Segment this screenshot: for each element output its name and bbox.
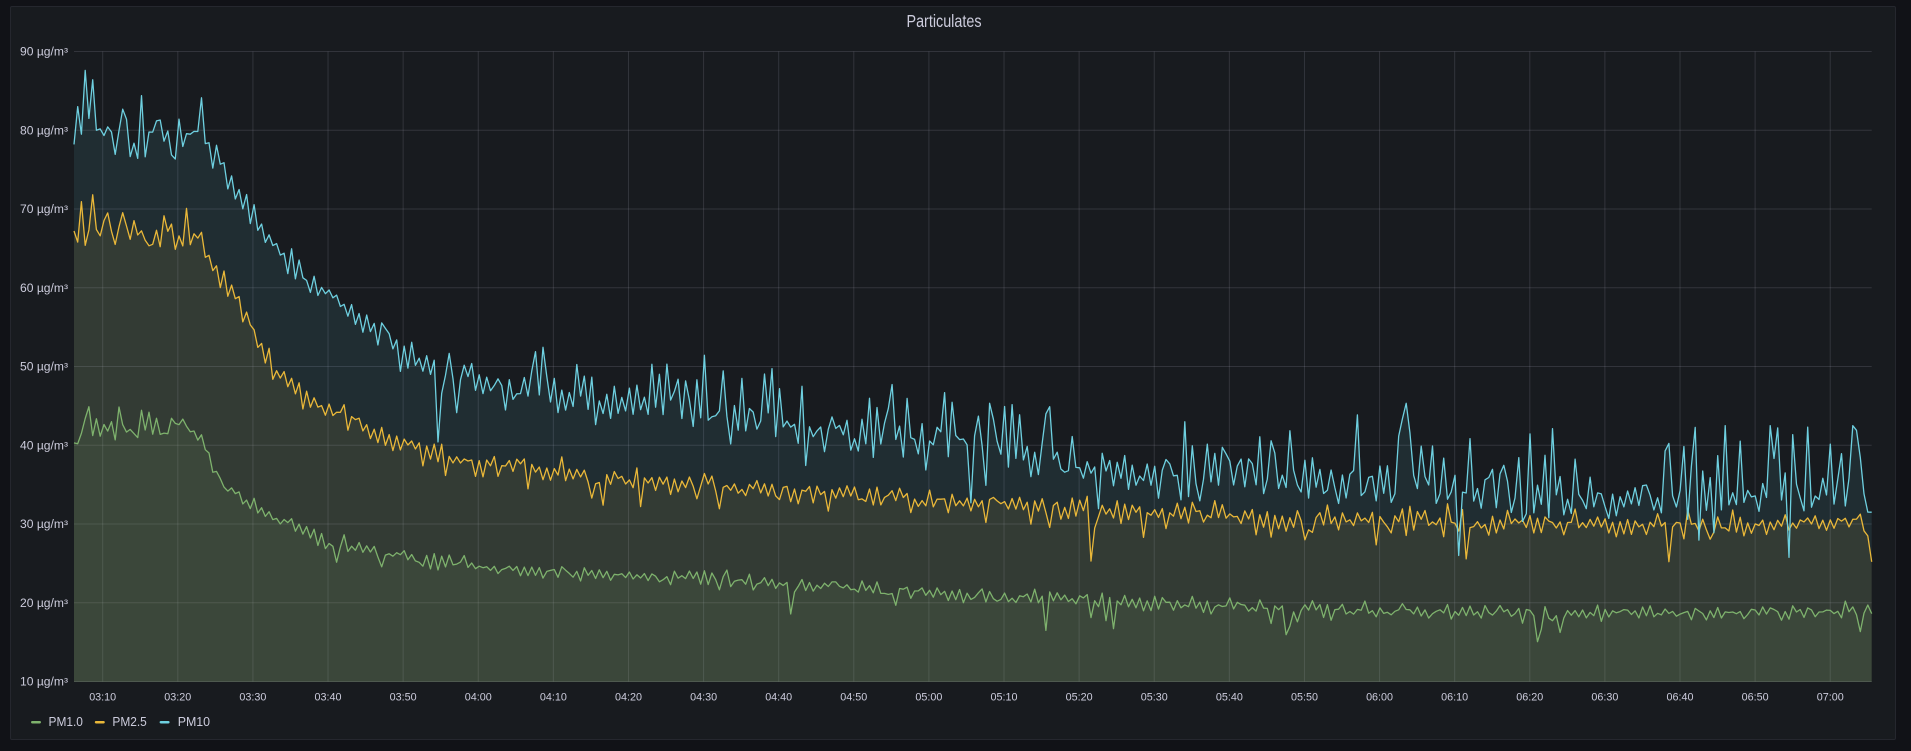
svg-text:05:10: 05:10	[991, 692, 1018, 704]
svg-text:10 µg/m³: 10 µg/m³	[20, 677, 68, 689]
svg-text:PM2.5: PM2.5	[112, 714, 146, 729]
svg-text:05:50: 05:50	[1291, 692, 1318, 704]
svg-text:03:20: 03:20	[164, 692, 191, 704]
svg-text:Particulates: Particulates	[907, 11, 982, 31]
svg-text:04:40: 04:40	[765, 692, 792, 704]
svg-text:40 µg/m³: 40 µg/m³	[20, 440, 68, 452]
svg-text:06:30: 06:30	[1591, 692, 1618, 704]
svg-text:03:30: 03:30	[239, 692, 266, 704]
svg-text:06:00: 06:00	[1366, 692, 1393, 704]
svg-text:06:10: 06:10	[1441, 692, 1468, 704]
svg-text:03:10: 03:10	[89, 692, 116, 704]
svg-text:04:10: 04:10	[540, 692, 567, 704]
svg-text:30 µg/m³: 30 µg/m³	[20, 519, 68, 531]
svg-text:05:20: 05:20	[1066, 692, 1093, 704]
svg-text:04:20: 04:20	[615, 692, 642, 704]
svg-text:05:40: 05:40	[1216, 692, 1243, 704]
svg-text:07:00: 07:00	[1817, 692, 1844, 704]
svg-text:80 µg/m³: 80 µg/m³	[20, 125, 68, 137]
svg-text:70 µg/m³: 70 µg/m³	[20, 204, 68, 216]
svg-text:90 µg/m³: 90 µg/m³	[20, 47, 68, 59]
svg-text:04:50: 04:50	[840, 692, 867, 704]
svg-text:50 µg/m³: 50 µg/m³	[20, 362, 68, 374]
svg-text:03:40: 03:40	[315, 692, 342, 704]
svg-text:60 µg/m³: 60 µg/m³	[20, 283, 68, 295]
svg-text:06:20: 06:20	[1516, 692, 1543, 704]
svg-text:PM10: PM10	[178, 714, 210, 729]
svg-text:05:30: 05:30	[1141, 692, 1168, 704]
svg-text:05:00: 05:00	[915, 692, 942, 704]
svg-text:04:00: 04:00	[465, 692, 492, 704]
svg-text:03:50: 03:50	[390, 692, 417, 704]
svg-text:20 µg/m³: 20 µg/m³	[20, 598, 68, 610]
svg-text:06:40: 06:40	[1667, 692, 1694, 704]
svg-text:04:30: 04:30	[690, 692, 717, 704]
svg-text:PM1.0: PM1.0	[49, 714, 83, 729]
svg-text:06:50: 06:50	[1742, 692, 1769, 704]
